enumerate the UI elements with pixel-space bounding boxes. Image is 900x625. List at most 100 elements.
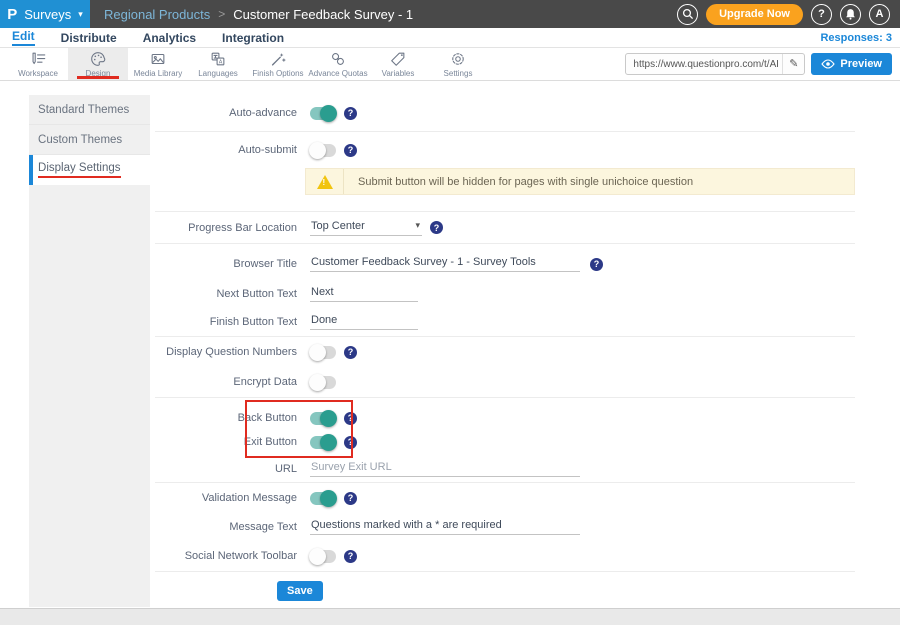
divider — [155, 571, 855, 572]
exit-button-toggle[interactable] — [310, 436, 336, 449]
bell-icon — [845, 8, 856, 20]
help-icon[interactable]: ? — [344, 107, 357, 120]
social-network-toolbar-label: Social Network Toolbar — [155, 550, 297, 562]
toolbar-tab-label: Languages — [198, 69, 238, 78]
back-button-toggle[interactable] — [310, 412, 336, 425]
nav-tab-edit[interactable]: Edit — [12, 29, 35, 46]
warning-banner: ! Submit button will be hidden for pages… — [305, 168, 855, 195]
help-menu-button[interactable]: ? — [811, 4, 832, 25]
help-icon[interactable]: ? — [430, 221, 443, 234]
validation-message-row: Validation Message ? — [155, 483, 855, 513]
help-icon[interactable]: ? — [344, 550, 357, 563]
chain-links-icon — [329, 50, 347, 68]
left-gutter — [0, 81, 29, 611]
media-library-icon — [149, 50, 167, 68]
toolbar-tab-finish-options[interactable]: Finish Options — [248, 48, 308, 80]
browser-title-row: Browser Title ? — [155, 248, 855, 280]
next-button-text-row: Next Button Text — [155, 280, 855, 308]
nav-tab-integration[interactable]: Integration — [222, 31, 284, 45]
avatar-letter: A — [876, 8, 884, 20]
finish-button-text-label: Finish Button Text — [155, 316, 297, 328]
search-button[interactable] — [677, 4, 698, 25]
design-sidebar: Standard Themes Custom Themes Display Se… — [29, 95, 150, 607]
encrypt-data-label: Encrypt Data — [155, 376, 297, 388]
top-header: P Surveys ▾ Regional Products > Customer… — [0, 0, 900, 28]
page-footer-strip — [0, 608, 900, 625]
nav-tab-distribute[interactable]: Distribute — [61, 31, 117, 45]
message-text-input[interactable] — [310, 519, 580, 535]
app-logo[interactable]: P Surveys ▾ — [0, 0, 90, 28]
auto-submit-label: Auto-submit — [155, 144, 297, 156]
help-icon[interactable]: ? — [590, 258, 603, 271]
toolbar-tab-label: Variables — [382, 69, 415, 78]
languages-icon: A — [209, 50, 227, 68]
survey-url-input[interactable] — [626, 59, 782, 70]
browser-title-input[interactable] — [310, 256, 580, 272]
toolbar-tab-workspace[interactable]: Workspace — [8, 48, 68, 80]
social-network-toolbar-toggle[interactable] — [310, 550, 336, 563]
validation-message-label: Validation Message — [155, 492, 297, 504]
next-button-text-label: Next Button Text — [155, 288, 297, 300]
help-icon[interactable]: ? — [344, 436, 357, 449]
toolbar-tab-label: Workspace — [18, 69, 58, 78]
validation-message-toggle[interactable] — [310, 492, 336, 505]
responses-count[interactable]: Responses: 3 — [820, 32, 900, 44]
auto-submit-toggle[interactable] — [310, 144, 336, 157]
auto-advance-toggle[interactable] — [310, 107, 336, 120]
display-settings-form: Auto-advance ? Auto-submit ? ! Submit bu… — [150, 81, 900, 611]
preview-button[interactable]: Preview — [811, 53, 892, 75]
breadcrumb-separator: > — [218, 7, 225, 21]
sidebar-item-standard-themes[interactable]: Standard Themes — [29, 95, 150, 125]
toolbar-tab-label: Settings — [444, 69, 473, 78]
toolbar-tab-advance-quotas[interactable]: Advance Quotas — [308, 48, 368, 80]
encrypt-data-row: Encrypt Data — [155, 367, 855, 397]
toolbar-tab-media-library[interactable]: Media Library — [128, 48, 188, 80]
finish-button-text-row: Finish Button Text — [155, 308, 855, 336]
exit-url-input[interactable] — [310, 461, 580, 477]
toolbar-tab-languages[interactable]: A Languages — [188, 48, 248, 80]
help-icon[interactable]: ? — [344, 144, 357, 157]
back-button-label: Back Button — [155, 412, 297, 424]
upgrade-now-button[interactable]: Upgrade Now — [706, 4, 803, 25]
help-icon[interactable]: ? — [344, 346, 357, 359]
exit-url-row: URL — [155, 456, 855, 482]
exit-url-label: URL — [155, 463, 297, 475]
warning-triangle-icon: ! — [317, 175, 333, 189]
save-button[interactable]: Save — [277, 581, 323, 601]
edit-url-pencil-icon[interactable]: ✎ — [782, 54, 804, 74]
encrypt-data-toggle[interactable] — [310, 376, 336, 389]
progress-bar-location-select[interactable]: Top Center ▾ — [310, 220, 422, 236]
sidebar-item-label: Display Settings — [38, 162, 120, 178]
auto-advance-row: Auto-advance ? — [155, 95, 855, 131]
message-text-label: Message Text — [155, 521, 297, 533]
edit-toolbar: Workspace Design Media Library A Languag… — [0, 48, 900, 81]
nav-tab-analytics[interactable]: Analytics — [143, 31, 196, 45]
help-icon[interactable]: ? — [344, 492, 357, 505]
next-button-text-input[interactable] — [310, 286, 418, 302]
workspace-icon — [29, 50, 47, 68]
survey-nav: Edit Distribute Analytics Integration Re… — [0, 28, 900, 48]
display-question-numbers-row: Display Question Numbers ? — [155, 337, 855, 367]
search-icon — [682, 8, 694, 20]
display-question-numbers-toggle[interactable] — [310, 346, 336, 359]
exit-button-label: Exit Button — [155, 436, 297, 448]
toolbar-tab-variables[interactable]: Variables — [368, 48, 428, 80]
design-palette-icon — [89, 50, 107, 68]
help-icon[interactable]: ? — [344, 412, 357, 425]
breadcrumb-current: Customer Feedback Survey - 1 — [233, 7, 413, 22]
account-avatar[interactable]: A — [869, 4, 890, 25]
toolbar-tab-settings[interactable]: Settings — [428, 48, 488, 80]
divider — [155, 243, 855, 244]
tag-icon — [389, 50, 407, 68]
breadcrumb-parent[interactable]: Regional Products — [104, 7, 210, 22]
notifications-button[interactable] — [840, 4, 861, 25]
toolbar-tab-design[interactable]: Design — [68, 48, 128, 80]
sidebar-item-display-settings[interactable]: Display Settings — [29, 155, 150, 185]
auto-advance-label: Auto-advance — [155, 107, 297, 119]
chevron-down-icon: ▾ — [78, 9, 83, 20]
eye-icon — [821, 59, 835, 69]
finish-button-text-input[interactable] — [310, 314, 418, 330]
chevron-down-icon: ▾ — [415, 220, 420, 231]
sidebar-item-custom-themes[interactable]: Custom Themes — [29, 125, 150, 155]
toolbar-tab-label: Advance Quotas — [308, 69, 367, 78]
